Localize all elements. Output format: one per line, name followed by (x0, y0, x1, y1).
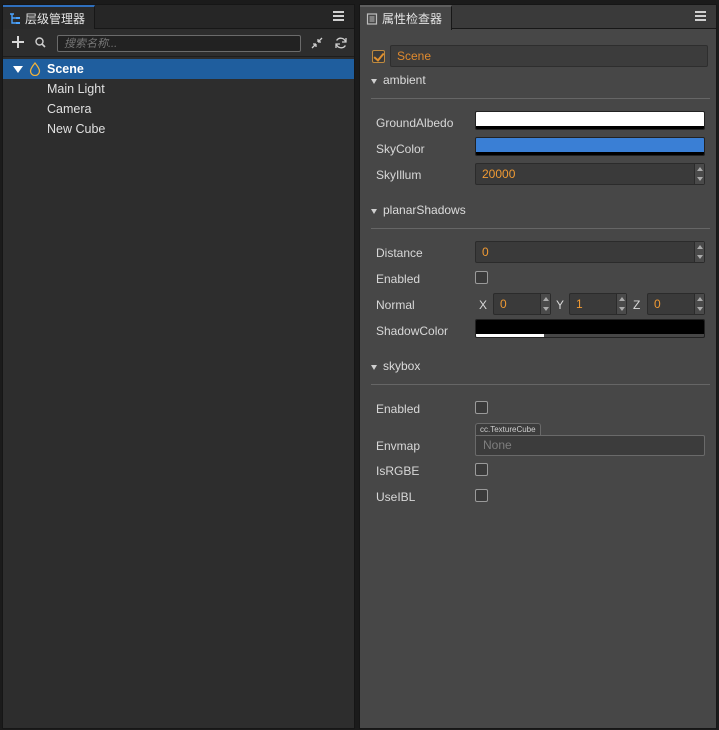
prop-envmap: Envmap cc.TextureCube None (372, 423, 708, 459)
section-title: ambient (383, 73, 426, 87)
stepper-icon[interactable] (616, 294, 626, 314)
hierarchy-tab[interactable]: 层级管理器 (3, 5, 95, 30)
hierarchy-tree: Scene Main Light Camera New Cube (3, 57, 354, 139)
prop-sky-color: SkyColor (372, 137, 708, 163)
collapse-caret-icon[interactable] (371, 79, 377, 84)
planar-shadows-enabled-checkbox[interactable] (475, 271, 488, 284)
hierarchy-panel: 层级管理器 Scene Main Light Camera New Cube (2, 4, 355, 729)
prop-label: SkyIllum (376, 168, 422, 182)
inspector-tab[interactable]: 属性检查器 (360, 5, 452, 30)
axis-x-label: X (479, 298, 488, 312)
tree-item-label: Scene (47, 62, 84, 76)
prop-ground-albedo: GroundAlbedo (372, 111, 708, 137)
search-input[interactable] (57, 35, 301, 52)
stepper-icon[interactable] (694, 242, 704, 262)
search-icon (35, 37, 46, 48)
prop-label: Enabled (376, 272, 421, 286)
collapse-caret-icon[interactable] (371, 209, 377, 214)
prop-use-ibl: UseIBL (372, 485, 708, 511)
prop-label: UseIBL (376, 490, 416, 504)
inspector-body: Scene ambient GroundAlbedo SkyColor SkyI… (360, 29, 716, 511)
node-name-field[interactable]: Scene (390, 45, 708, 67)
section-skybox[interactable]: skybox (371, 359, 710, 385)
prop-label: GroundAlbedo (376, 116, 454, 130)
prop-label: SkyColor (376, 142, 425, 156)
normal-z-value: 0 (654, 297, 661, 311)
stepper-icon[interactable] (540, 294, 550, 314)
tree-item-new-cube[interactable]: New Cube (3, 119, 354, 139)
normal-x-value: 0 (500, 297, 507, 311)
inspector-tab-title: 属性检查器 (382, 12, 443, 26)
stepper-icon[interactable] (694, 294, 704, 314)
prop-label: Distance (376, 246, 423, 260)
hierarchy-menu-icon[interactable] (333, 11, 344, 22)
tree-item-label: Camera (47, 102, 92, 116)
prop-is-rgbe: IsRGBE (372, 459, 708, 485)
tree-item-camera[interactable]: Camera (3, 99, 354, 119)
tree-item-label: New Cube (47, 122, 106, 136)
shadow-color-field[interactable] (475, 319, 705, 338)
node-header: Scene (372, 29, 708, 67)
section-ambient[interactable]: ambient (371, 73, 710, 99)
envmap-asset-field[interactable]: None (475, 435, 705, 456)
skybox-enabled-checkbox[interactable] (475, 401, 488, 414)
expand-arrow-icon[interactable] (13, 66, 23, 73)
hierarchy-icon (9, 12, 21, 25)
prop-sky-illum: SkyIllum 20000 (372, 163, 708, 189)
distance-input[interactable]: 0 (475, 241, 705, 263)
inspector-titlebar: 属性检查器 (360, 5, 716, 30)
prop-label: Enabled (376, 402, 421, 416)
prop-label: ShadowColor (376, 324, 449, 338)
tree-item-label: Main Light (47, 82, 105, 96)
inspector-menu-icon[interactable] (695, 11, 706, 22)
stepper-icon[interactable] (694, 164, 704, 184)
ground-albedo-color-field[interactable] (475, 111, 705, 130)
collapse-caret-icon[interactable] (371, 365, 377, 370)
inspector-icon (366, 12, 378, 25)
section-title: skybox (383, 359, 421, 373)
sky-illum-value: 20000 (482, 167, 516, 181)
add-node-button[interactable] (11, 35, 25, 49)
axis-z-label: Z (633, 298, 641, 312)
node-enabled-checkbox[interactable] (372, 50, 385, 63)
hierarchy-tab-title: 层级管理器 (25, 12, 86, 26)
prop-planar-enabled: Enabled (372, 267, 708, 293)
use-ibl-checkbox[interactable] (475, 489, 488, 502)
axis-y-label: Y (556, 298, 565, 312)
section-planar-shadows[interactable]: planarShadows (371, 203, 710, 229)
inspector-panel: 属性检查器 Scene ambient GroundAlbedo SkyColo… (359, 4, 717, 729)
normal-y-value: 1 (576, 297, 583, 311)
distance-value: 0 (482, 245, 489, 259)
normal-x-input[interactable]: 0 (493, 293, 551, 315)
envmap-type-tag: cc.TextureCube (475, 423, 541, 435)
tree-item-main-light[interactable]: Main Light (3, 79, 354, 99)
sky-color-field[interactable] (475, 137, 705, 156)
prop-skybox-enabled: Enabled (372, 397, 708, 423)
refresh-icon[interactable] (334, 36, 348, 50)
normal-z-input[interactable]: 0 (647, 293, 705, 315)
sky-illum-input[interactable]: 20000 (475, 163, 705, 185)
is-rgbe-checkbox[interactable] (475, 463, 488, 476)
hierarchy-titlebar: 层级管理器 (3, 5, 354, 30)
prop-label: Normal (376, 298, 415, 312)
prop-normal: Normal X 0 Y 1 Z 0 (372, 293, 708, 319)
prop-shadow-color: ShadowColor (372, 319, 708, 345)
collapse-all-icon[interactable] (310, 36, 324, 50)
prop-distance: Distance 0 (372, 241, 708, 267)
prop-label: Envmap (376, 439, 421, 453)
tree-item-scene[interactable]: Scene (3, 59, 354, 79)
section-title: planarShadows (383, 203, 466, 217)
normal-y-input[interactable]: 1 (569, 293, 627, 315)
scene-icon (29, 62, 41, 76)
hierarchy-toolbar (3, 29, 354, 57)
prop-label: IsRGBE (376, 464, 420, 478)
